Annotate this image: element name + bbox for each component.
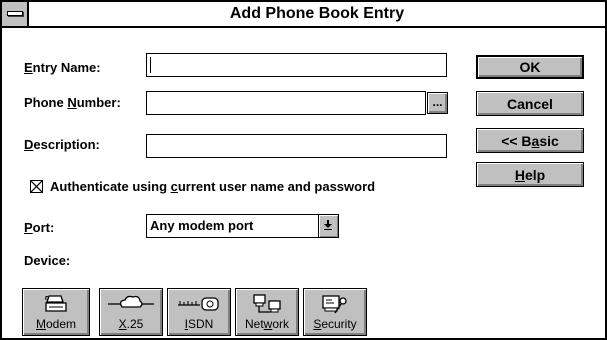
x25-button-label: X.25 [118,317,144,331]
isdn-button-label: ISDN [184,317,214,331]
add-phone-book-entry-dialog: Add Phone Book Entry Entry Name: Phone N… [0,0,607,340]
text-caret [150,57,151,73]
authenticate-checkbox[interactable] [30,180,43,193]
title-bar: Add Phone Book Entry [2,2,605,28]
cancel-button[interactable]: Cancel [476,91,584,116]
x25-cloud-icon [108,295,154,308]
cancel-button-label: Cancel [507,95,553,112]
system-menu-icon [7,11,23,16]
entry-name-input[interactable] [146,53,447,77]
checkbox-x-icon [31,181,42,192]
basic-button[interactable]: << Basic [476,128,584,153]
help-button[interactable]: Help [476,162,584,187]
device-label: Device: [24,253,71,268]
dropdown-arrow-button[interactable] [318,215,338,237]
security-button[interactable]: Security [303,288,367,336]
description-input[interactable] [146,134,447,158]
phone-number-input[interactable] [146,91,426,115]
modem-button[interactable]: Modem [22,288,90,336]
help-button-label: Help [514,166,546,183]
basic-button-label: << Basic [501,132,559,149]
isdn-icon [178,297,219,311]
network-button-label: Network [244,317,290,331]
ok-button-label: OK [519,59,541,75]
ok-button[interactable]: OK [476,55,584,79]
phone-number-browse-button[interactable]: ... [427,92,448,114]
network-button[interactable]: Network [235,288,299,336]
isdn-button[interactable]: ISDN [167,288,231,336]
network-icon [253,294,281,313]
entry-name-label: Entry Name: [24,60,101,75]
security-button-label: Security [313,317,357,331]
window-title: Add Phone Book Entry [229,5,405,22]
system-menu-button[interactable] [2,2,29,26]
authenticate-label[interactable]: Authenticate using current user name and… [50,179,375,195]
phone-number-label: Phone Number: [24,95,121,110]
modem-icon [45,295,67,312]
x25-button[interactable]: X.25 [99,288,163,336]
port-select-value: Any modem port [150,218,254,233]
port-label: Port: [24,220,55,235]
modem-button-label: Modem [35,317,77,331]
security-icon [322,295,347,314]
description-label: Description: [24,137,100,152]
arrow-down-icon [324,220,332,230]
port-select[interactable]: Any modem port [146,214,339,238]
